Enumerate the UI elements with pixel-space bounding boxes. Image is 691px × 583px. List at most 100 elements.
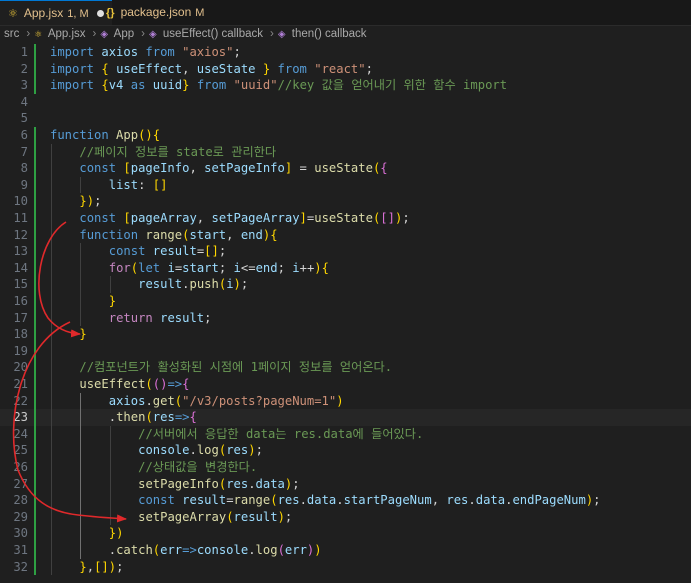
code-line[interactable]: 13 const result=[]; — [0, 243, 691, 260]
code-line[interactable]: 24 //서버에서 응답한 data는 res.data에 들어있다. — [0, 426, 691, 443]
line-number: 16 — [13, 294, 28, 308]
tab-label: App.jsx — [23, 6, 64, 20]
code-text[interactable]: .catch(err=>console.log(err)) — [50, 542, 322, 559]
code-text[interactable]: setPageArray(result); — [50, 509, 292, 526]
code-line[interactable]: 17 return result; — [0, 310, 691, 327]
breadcrumb-item-src[interactable]: src — [4, 28, 19, 40]
breadcrumb-item-function[interactable]: App — [114, 28, 134, 40]
line-number: 13 — [13, 244, 28, 259]
line-number: 15 — [13, 277, 28, 292]
code-line[interactable]: 23 .then(res=>{ — [0, 409, 691, 426]
code-text[interactable]: const result=range(res.data.startPageNum… — [50, 492, 600, 509]
code-line[interactable]: 19 — [0, 343, 691, 360]
code-text[interactable]: function App(){ — [50, 127, 160, 144]
line-number: 23 — [13, 410, 28, 425]
code-line[interactable]: 2 import { useEffect, useState } from "re… — [0, 61, 691, 78]
code-text[interactable]: },[]); — [50, 559, 123, 576]
code-text[interactable]: list: [] — [50, 177, 168, 194]
code-line[interactable]: 12 function range(start, end){ — [0, 227, 691, 244]
code-line[interactable]: 26 //상태값을 변경한다. — [0, 459, 691, 476]
line-number: 30 — [13, 526, 28, 541]
code-text[interactable]: setPageInfo(res.data); — [50, 476, 299, 493]
line-number: 29 — [13, 509, 28, 524]
code-text[interactable]: } — [50, 293, 116, 310]
code-line[interactable]: 32 },[]); — [0, 559, 691, 576]
function-icon: ◈ — [100, 29, 109, 40]
code-text[interactable]: axios.get("/v3/posts?pageNum=1") — [50, 393, 344, 410]
line-number: 14 — [13, 260, 28, 275]
line-number: 32 — [13, 559, 28, 574]
code-line[interactable]: 21 useEffect(()=>{ — [0, 376, 691, 393]
line-number: 25 — [13, 443, 28, 458]
code-text[interactable]: } — [50, 326, 86, 343]
code-text[interactable]: import {v4 as uuid} from "uuid"//key 값을 … — [50, 77, 507, 94]
line-number: 21 — [13, 377, 28, 391]
code-text[interactable]: console.log(res); — [50, 442, 263, 459]
json-file-icon: {} — [106, 7, 115, 19]
line-number: 5 — [20, 111, 28, 126]
code-text[interactable]: import { useEffect, useState } from "rea… — [50, 61, 373, 78]
code-text[interactable]: for(let i=start; i<=end; i++){ — [50, 260, 329, 277]
line-number: 2 — [20, 61, 28, 76]
code-line[interactable]: 11 const [pageArray, setPageArray]=useSt… — [0, 210, 691, 227]
code-text[interactable]: .then(res=>{ — [50, 409, 197, 426]
breadcrumb-item-then[interactable]: then() callback — [292, 28, 367, 40]
code-text[interactable]: useEffect(()=>{ — [50, 376, 189, 393]
code-line[interactable]: 31 .catch(err=>console.log(err)) — [0, 542, 691, 559]
code-text[interactable]: }); — [50, 193, 101, 210]
code-text[interactable]: //컴포넌트가 활성화된 시점에 1페이지 정보를 얻어온다. — [50, 359, 392, 376]
line-number: 24 — [13, 426, 28, 441]
code-line[interactable]: 6 function App(){ — [0, 127, 691, 144]
code-line[interactable]: 9 list: [] — [0, 177, 691, 194]
code-text[interactable]: //페이지 정보를 state로 관리한다 — [50, 144, 276, 161]
code-editor[interactable]: 1 import axios from "axios"; 2 import { use… — [0, 43, 691, 583]
code-text[interactable]: import axios from "axios"; — [50, 44, 241, 61]
code-text[interactable]: //서버에서 응답한 data는 res.data에 들어있다. — [50, 426, 423, 443]
tab-package-json[interactable]: {} package.json M — [98, 0, 212, 25]
code-text[interactable]: const [pageInfo, setPageInfo] = useState… — [50, 160, 387, 177]
code-line[interactable]: 1 import axios from "axios"; — [0, 44, 691, 61]
code-text[interactable]: }) — [50, 525, 124, 542]
code-line[interactable]: 7 //페이지 정보를 state로 관리한다 — [0, 144, 691, 161]
code-line[interactable]: 10 }); — [0, 193, 691, 210]
code-line[interactable]: 8 const [pageInfo, setPageInfo] = useSta… — [0, 160, 691, 177]
breadcrumb-item-callback[interactable]: useEffect() callback — [163, 28, 263, 40]
line-number: 28 — [13, 493, 28, 508]
code-line[interactable]: 3 import {v4 as uuid} from "uuid"//key 값을… — [0, 77, 691, 94]
code-line[interactable]: 20 //컴포넌트가 활성화된 시점에 1페이지 정보를 얻어온다. — [0, 359, 691, 376]
code-line[interactable]: 14 for(let i=start; i<=end; i++){ — [0, 260, 691, 277]
line-number: 27 — [13, 476, 28, 491]
react-file-icon: ⚛ — [8, 8, 18, 20]
code-line[interactable]: 5 — [0, 110, 691, 127]
chevron-right-icon: › — [141, 28, 145, 40]
code-line[interactable]: 27 setPageInfo(res.data); — [0, 476, 691, 493]
indent-guide — [80, 392, 82, 559]
code-text[interactable]: function range(start, end){ — [50, 227, 277, 244]
code-line[interactable]: 28 const result=range(res.data.startPage… — [0, 492, 691, 509]
tab-app-jsx[interactable]: ⚛ App.jsx 1, M — [0, 0, 112, 25]
code-text[interactable]: const result=[]; — [50, 243, 226, 260]
code-line[interactable]: 22 axios.get("/v3/posts?pageNum=1") — [0, 393, 691, 410]
indent-guide — [80, 243, 82, 327]
git-added-indicator[interactable] — [34, 44, 36, 94]
code-line[interactable]: 4 — [0, 94, 691, 111]
line-number: 17 — [13, 310, 28, 325]
indent-guide — [109, 425, 111, 526]
code-line[interactable]: 18 } — [0, 326, 691, 343]
indent-guide — [109, 276, 111, 293]
code-line[interactable]: 29 setPageArray(result); — [0, 509, 691, 526]
line-number: 12 — [13, 227, 28, 242]
code-text[interactable]: return result; — [50, 310, 212, 327]
code-text[interactable]: const [pageArray, setPageArray]=useState… — [50, 210, 409, 227]
line-number: 31 — [13, 543, 28, 557]
code-line[interactable]: 25 console.log(res); — [0, 442, 691, 459]
tab-bar: ⚛ App.jsx 1, M {} package.json M — [0, 0, 691, 26]
line-number: 26 — [13, 460, 28, 474]
line-number: 19 — [13, 343, 28, 358]
code-line[interactable]: 30 }) — [0, 525, 691, 542]
breadcrumb-item-file[interactable]: App.jsx — [48, 28, 86, 40]
git-added-indicator[interactable] — [34, 127, 36, 576]
code-line[interactable]: 16 } — [0, 293, 691, 310]
line-number: 18 — [13, 327, 28, 342]
code-line[interactable]: 15 result.push(i); — [0, 276, 691, 293]
